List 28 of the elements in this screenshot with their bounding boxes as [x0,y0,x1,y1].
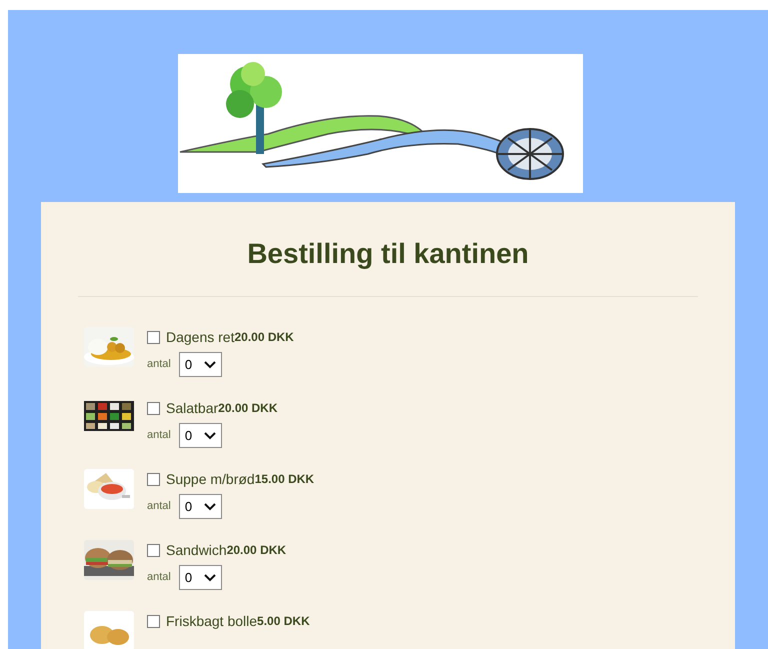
item-price: 20.00 DKK [218,401,278,416]
chevron-down-icon [204,360,216,368]
checkbox[interactable] [147,544,160,557]
page-title: Bestilling til kantinen [246,237,530,271]
quantity-select[interactable]: 0 [178,494,222,519]
chevron-down-icon [204,432,216,440]
quantity-label: antal [147,357,171,372]
item-price: 5.00 DKK [257,614,310,629]
item-name: Sandwich [166,542,227,559]
checkbox[interactable] [147,402,160,415]
quantity-label: antal [147,428,171,444]
quantity-label: antal [147,499,171,514]
checkbox[interactable] [147,473,160,486]
item-name: Suppe m/brød [166,471,255,488]
item-name: Salatbar [166,400,218,417]
quantity-select[interactable]: 0 [178,423,222,448]
item-price: 20.00 DKK [234,330,294,345]
quantity-select[interactable]: 0 [178,352,222,377]
quantity-select[interactable]: 0 [178,565,222,590]
chevron-down-icon [204,502,216,510]
chevron-down-icon [204,574,216,582]
item-name: Friskbagt bolle [166,613,258,630]
checkbox[interactable] [147,331,160,344]
item-price: 15.00 DKK [254,472,314,487]
quantity-label: antal [147,570,171,586]
item-price: 20.00 DKK [226,543,286,558]
checkbox[interactable] [147,615,160,628]
item-name: Dagens ret [166,329,234,346]
